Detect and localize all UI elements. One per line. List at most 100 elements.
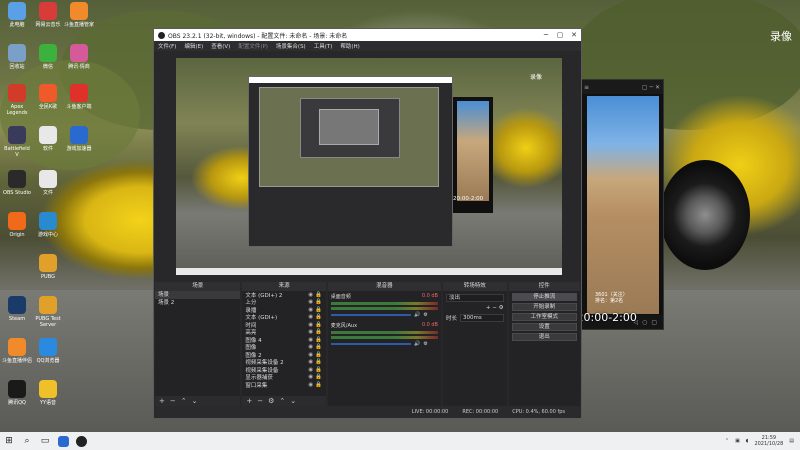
eye-icon[interactable]: ◉ bbox=[307, 314, 315, 320]
scene-item[interactable]: 场景 bbox=[155, 291, 241, 299]
lock-icon[interactable]: 🔒 bbox=[315, 292, 323, 298]
volume-slider[interactable] bbox=[330, 314, 412, 316]
menu-profile[interactable]: 配置文件(P) bbox=[238, 42, 268, 50]
gear-icon[interactable]: ⚙ bbox=[423, 341, 427, 347]
overlay-window[interactable]: ≡ ▢ ─ ✕ 3601（关注） 排名：第2名 ◁ ○ ▢ bbox=[580, 79, 664, 330]
gear-icon[interactable]: ⚙ bbox=[423, 312, 427, 318]
desktop-icon[interactable]: Steam bbox=[2, 296, 32, 322]
chevron-up-icon[interactable]: ⌃ bbox=[725, 438, 729, 444]
eye-icon[interactable]: ◉ bbox=[307, 374, 315, 380]
add-icon[interactable]: + bbox=[159, 397, 165, 405]
lock-icon[interactable]: 🔒 bbox=[315, 382, 323, 388]
desktop-icon[interactable]: 游戏中心 bbox=[33, 212, 63, 238]
desktop-icon[interactable]: Apex Legends bbox=[2, 84, 32, 116]
eye-icon[interactable]: ◉ bbox=[307, 329, 315, 335]
home-icon[interactable]: ○ bbox=[642, 319, 647, 326]
desktop-icon[interactable]: 此电脑 bbox=[2, 2, 32, 28]
eye-icon[interactable]: ◉ bbox=[307, 322, 315, 328]
desktop-icon[interactable]: 微信 bbox=[33, 44, 63, 70]
transition-select[interactable]: 淡出 bbox=[445, 294, 504, 302]
desktop-icon[interactable]: Origin bbox=[2, 212, 32, 238]
lock-icon[interactable]: 🔒 bbox=[315, 367, 323, 373]
desktop-icon[interactable]: 全民K歌 bbox=[33, 84, 63, 110]
up-icon[interactable]: ⌃ bbox=[279, 397, 285, 405]
settings-button[interactable]: 设置 bbox=[511, 323, 578, 331]
lock-icon[interactable]: 🔒 bbox=[315, 337, 323, 343]
desktop-icon[interactable]: 斗鱼直播管家 bbox=[64, 2, 94, 28]
lock-icon[interactable]: 🔒 bbox=[315, 359, 323, 365]
down-icon[interactable]: ⌄ bbox=[192, 397, 198, 405]
volume-slider[interactable] bbox=[330, 343, 412, 345]
desktop-icon[interactable]: QQ浏览器 bbox=[33, 338, 63, 364]
lock-icon[interactable]: 🔒 bbox=[315, 374, 323, 380]
maximize-icon[interactable]: ▢ bbox=[553, 31, 567, 39]
menu-help[interactable]: 帮助(H) bbox=[340, 42, 359, 50]
desktop-icon[interactable]: 软件 bbox=[33, 126, 63, 152]
eye-icon[interactable]: ◉ bbox=[307, 344, 315, 350]
lock-icon[interactable]: 🔒 bbox=[315, 344, 323, 350]
lock-icon[interactable]: 🔒 bbox=[315, 314, 323, 320]
menu-edit[interactable]: 编辑(E) bbox=[184, 42, 203, 50]
eye-icon[interactable]: ◉ bbox=[307, 337, 315, 343]
task-view-icon[interactable]: ▭ bbox=[36, 432, 54, 450]
menu-scene-collection[interactable]: 场景集合(S) bbox=[276, 42, 306, 50]
duration-input[interactable]: 300ms bbox=[460, 314, 504, 322]
start-recording-button[interactable]: 开始录制 bbox=[511, 303, 578, 311]
desktop-icon[interactable]: 腾讯·情商 bbox=[64, 44, 94, 70]
up-icon[interactable]: ⌃ bbox=[181, 397, 187, 405]
lock-icon[interactable]: 🔒 bbox=[315, 352, 323, 358]
clock[interactable]: 21:59 2021/10/28 bbox=[754, 435, 783, 447]
menu-file[interactable]: 文件(F) bbox=[158, 42, 176, 50]
desktop-icon[interactable]: 游戏加速器 bbox=[64, 126, 94, 152]
desktop-icon[interactable]: OBS Studio bbox=[2, 170, 32, 196]
obs-taskbar-icon[interactable] bbox=[72, 432, 90, 450]
menu-view[interactable]: 查看(V) bbox=[211, 42, 230, 50]
add-icon[interactable]: + bbox=[246, 397, 252, 405]
eye-icon[interactable]: ◉ bbox=[307, 352, 315, 358]
desktop-icon[interactable]: PUBG Test Server bbox=[33, 296, 63, 328]
eye-icon[interactable]: ◉ bbox=[307, 367, 315, 373]
minimize-icon[interactable]: ─ bbox=[539, 31, 553, 39]
source-item[interactable]: 窗口采集 ◉ 🔒 bbox=[242, 381, 325, 389]
obs-titlebar[interactable]: OBS 23.2.1 (32-bit, windows) - 配置文件: 未命名… bbox=[154, 29, 581, 41]
start-icon[interactable]: ⊞ bbox=[0, 432, 18, 450]
search-icon[interactable]: ⌕ bbox=[18, 432, 36, 450]
desktop-icon[interactable]: 腾讯QQ bbox=[2, 380, 32, 406]
desktop-icon[interactable]: 斗鱼客户端 bbox=[64, 84, 94, 110]
remove-icon[interactable]: − bbox=[170, 397, 176, 405]
eye-icon[interactable]: ◉ bbox=[307, 382, 315, 388]
menu-icon[interactable]: ≡ bbox=[584, 84, 589, 91]
desktop-icon[interactable]: 文件 bbox=[33, 170, 63, 196]
eye-icon[interactable]: ◉ bbox=[307, 299, 315, 305]
stop-streaming-button[interactable]: 停止推流 bbox=[511, 293, 578, 301]
notification-icon[interactable]: ▤ bbox=[789, 438, 794, 444]
desktop-icon[interactable]: YY语音 bbox=[33, 380, 63, 406]
obs-window[interactable]: OBS 23.2.1 (32-bit, windows) - 配置文件: 未命名… bbox=[153, 28, 582, 419]
desktop-icon[interactable]: 网易云音乐 bbox=[33, 2, 63, 28]
speaker-icon[interactable]: 🔊 bbox=[414, 312, 420, 318]
network-icon[interactable]: ▣ bbox=[735, 438, 740, 444]
studio-mode-button[interactable]: 工作室模式 bbox=[511, 313, 578, 321]
window-controls[interactable]: ▢ ─ ✕ bbox=[642, 84, 660, 91]
recent-icon[interactable]: ▢ bbox=[651, 319, 657, 326]
lock-icon[interactable]: 🔒 bbox=[315, 329, 323, 335]
desktop-icon[interactable]: Battlefield V bbox=[2, 126, 32, 158]
gear-icon[interactable]: ⚙ bbox=[268, 397, 274, 405]
close-icon[interactable]: ✕ bbox=[567, 31, 581, 39]
speaker-icon[interactable]: 🔊 bbox=[414, 341, 420, 347]
eye-icon[interactable]: ◉ bbox=[307, 307, 315, 313]
volume-icon[interactable]: ◖ bbox=[746, 438, 749, 444]
desktop-icon[interactable]: PUBG bbox=[33, 254, 63, 280]
overlay-titlebar[interactable]: ≡ ▢ ─ ✕ bbox=[581, 80, 663, 94]
obs-preview[interactable]: 录像 20:00-2:00 bbox=[176, 58, 562, 275]
lock-icon[interactable]: 🔒 bbox=[315, 322, 323, 328]
scene-item[interactable]: 场景 2 bbox=[155, 299, 240, 307]
lock-icon[interactable]: 🔒 bbox=[315, 299, 323, 305]
down-icon[interactable]: ⌄ bbox=[290, 397, 296, 405]
app-icon[interactable] bbox=[54, 432, 72, 450]
eye-icon[interactable]: ◉ bbox=[307, 292, 315, 298]
lock-icon[interactable]: 🔒 bbox=[315, 307, 323, 313]
desktop-icon[interactable]: 回收站 bbox=[2, 44, 32, 70]
exit-button[interactable]: 退出 bbox=[511, 333, 578, 341]
gear-icon[interactable]: ⚙ bbox=[499, 305, 504, 311]
